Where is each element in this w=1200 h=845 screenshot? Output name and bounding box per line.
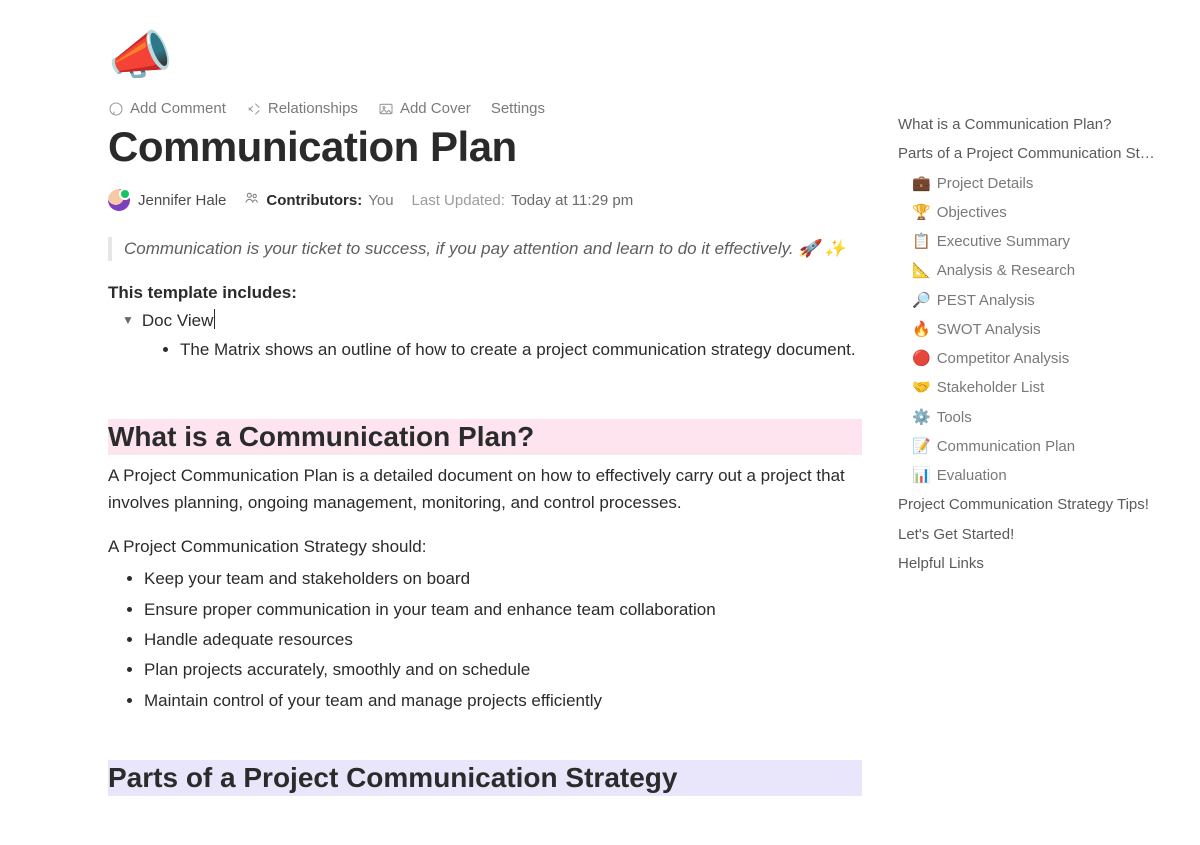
outline-item-label: Objectives: [937, 204, 1007, 221]
outline-item-label: Analysis & Research: [937, 262, 1075, 279]
outline-item-icon: 📊: [912, 467, 931, 484]
outline-item-lvl2[interactable]: 📋 Executive Summary: [898, 227, 1178, 256]
add-cover-label: Add Cover: [400, 100, 471, 117]
avatar[interactable]: [108, 189, 130, 211]
contributors-icon: [244, 190, 260, 210]
outline-item-label: Competitor Analysis: [937, 350, 1070, 367]
last-updated-label: Last Updated:: [412, 192, 505, 209]
outline-item-label: Stakeholder List: [937, 379, 1045, 396]
outline-item-lvl2[interactable]: 📐 Analysis & Research: [898, 256, 1178, 285]
outline-item-label: SWOT Analysis: [937, 321, 1041, 338]
outline-item-icon: 💼: [912, 175, 931, 192]
outline-item-icon: 📝: [912, 438, 931, 455]
settings-label: Settings: [491, 100, 545, 117]
relationships-icon: [246, 101, 262, 117]
settings-button[interactable]: Settings: [491, 100, 545, 117]
outline-item-icon: 📐: [912, 262, 931, 279]
section-heading-parts[interactable]: Parts of a Project Communication Strateg…: [108, 760, 862, 796]
outline-item-lvl1[interactable]: Helpful Links: [898, 549, 1178, 578]
list-item[interactable]: Maintain control of your team and manage…: [144, 688, 868, 714]
list-item[interactable]: Keep your team and stakeholders on board: [144, 566, 868, 592]
add-cover-button[interactable]: Add Cover: [378, 100, 471, 117]
outline-item-label: Project Details: [937, 175, 1034, 192]
outline-item-icon: 🤝: [912, 379, 931, 396]
outline-item-icon: 📋: [912, 233, 931, 250]
doc-view-label: Doc View: [142, 309, 216, 331]
outline-item-lvl2[interactable]: 🔎 PEST Analysis: [898, 286, 1178, 315]
outline-item-lvl1[interactable]: Let's Get Started!: [898, 520, 1178, 549]
list-item[interactable]: The Matrix shows an outline of how to cr…: [180, 337, 868, 363]
outline-item-lvl2[interactable]: 🤝 Stakeholder List: [898, 373, 1178, 402]
outline-item-lvl1[interactable]: Project Communication Strategy Tips!: [898, 490, 1178, 519]
image-icon: [378, 101, 394, 117]
body-paragraph[interactable]: A Project Communication Plan is a detail…: [108, 463, 868, 516]
doc-view-toggle[interactable]: ▼ Doc View: [108, 309, 880, 331]
last-updated-value: Today at 11:29 pm: [511, 192, 633, 209]
outline-item-lvl2[interactable]: 📝 Communication Plan: [898, 432, 1178, 461]
outline-item-lvl2[interactable]: 🔴 Competitor Analysis: [898, 344, 1178, 373]
outline-item-label: Let's Get Started!: [898, 526, 1014, 543]
outline-item-label: Communication Plan: [937, 438, 1075, 455]
template-includes-label[interactable]: This template includes:: [108, 283, 880, 303]
list-item[interactable]: Ensure proper communication in your team…: [144, 597, 868, 623]
add-comment-label: Add Comment: [130, 100, 226, 117]
contributors-label: Contributors:: [266, 192, 362, 209]
outline-item-label: Executive Summary: [937, 233, 1070, 250]
outline-item-icon: 🏆: [912, 204, 931, 221]
outline-panel: What is a Communication Plan? Parts of a …: [898, 110, 1178, 578]
author-name[interactable]: Jennifer Hale: [138, 192, 226, 209]
outline-item-lvl2[interactable]: 💼 Project Details: [898, 169, 1178, 198]
contributors-value[interactable]: You: [368, 192, 393, 209]
relationships-button[interactable]: Relationships: [246, 100, 358, 117]
body-paragraph[interactable]: A Project Communication Strategy should:: [108, 534, 868, 560]
outline-item-lvl2[interactable]: 📊 Evaluation: [898, 461, 1178, 490]
doc-view-bullets[interactable]: The Matrix shows an outline of how to cr…: [108, 337, 868, 363]
caret-down-icon: ▼: [122, 313, 134, 327]
outline-item-lvl1[interactable]: Parts of a Project Communication St…: [898, 139, 1178, 168]
add-comment-button[interactable]: Add Comment: [108, 100, 226, 117]
outline-item-icon: 🔥: [912, 321, 931, 338]
outline-item-icon: 🔎: [912, 292, 931, 309]
strategy-bullets[interactable]: Keep your team and stakeholders on board…: [108, 566, 868, 714]
outline-item-icon: 🔴: [912, 350, 931, 367]
outline-item-label: Helpful Links: [898, 555, 984, 572]
outline-item-lvl2[interactable]: 🔥 SWOT Analysis: [898, 315, 1178, 344]
comment-icon: [108, 101, 124, 117]
outline-item-lvl2[interactable]: 🏆 Objectives: [898, 198, 1178, 227]
outline-item-label: Evaluation: [937, 467, 1007, 484]
outline-item-lvl2[interactable]: ⚙️ Tools: [898, 403, 1178, 432]
outline-item-label: PEST Analysis: [937, 292, 1035, 309]
outline-item-icon: ⚙️: [912, 409, 931, 426]
page-toolbar: Add Comment Relationships Add Cover Sett…: [108, 100, 880, 117]
outline-item-lvl1[interactable]: What is a Communication Plan?: [898, 110, 1178, 139]
relationships-label: Relationships: [268, 100, 358, 117]
section-heading-what-is[interactable]: What is a Communication Plan?: [108, 419, 862, 455]
quote-block[interactable]: Communication is your ticket to success,…: [108, 237, 868, 261]
page-meta: Jennifer Hale Contributors: You Last Upd…: [108, 189, 880, 211]
outline-item-label: Parts of a Project Communication St…: [898, 145, 1155, 162]
list-item[interactable]: Plan projects accurately, smoothly and o…: [144, 657, 868, 683]
outline-item-label: What is a Communication Plan?: [898, 116, 1111, 133]
page-icon[interactable]: 📣: [108, 30, 880, 82]
outline-item-label: Tools: [937, 409, 972, 426]
outline-item-label: Project Communication Strategy Tips!: [898, 496, 1149, 513]
list-item[interactable]: Handle adequate resources: [144, 627, 868, 653]
page-title[interactable]: Communication Plan: [108, 123, 880, 171]
